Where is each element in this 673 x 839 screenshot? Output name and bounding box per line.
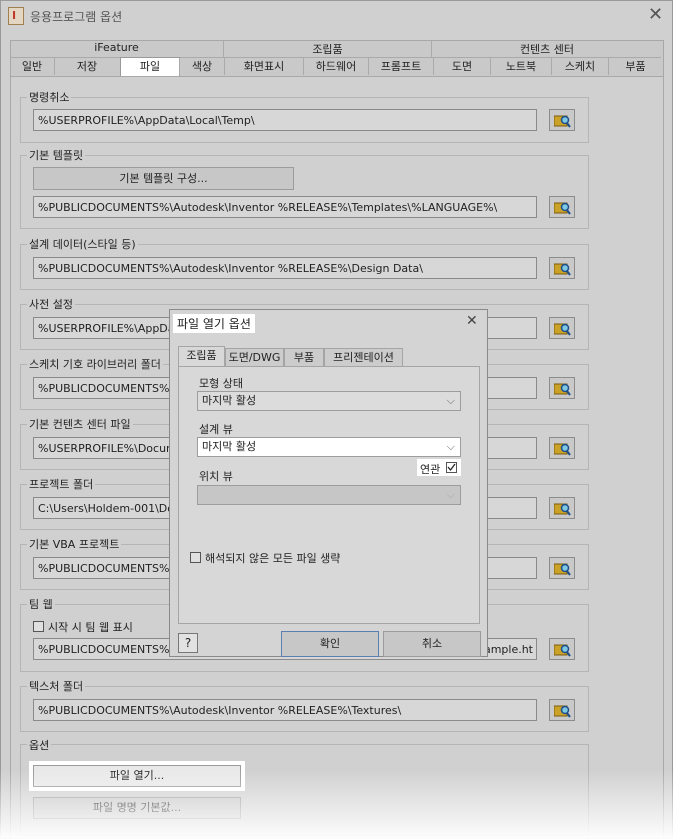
design-view-label: 설계 뷰: [199, 423, 233, 436]
sketch-symbols-browse-button[interactable]: [549, 377, 575, 399]
model-state-value: 마지막 활성: [202, 394, 257, 407]
design-data-path-field[interactable]: %PUBLICDOCUMENTS%\Autodesk\Inventor %REL…: [33, 257, 537, 279]
help-icon[interactable]: ?: [178, 633, 198, 653]
tab-general[interactable]: 일반: [11, 58, 53, 75]
group-team-web-label: 팀 웹: [27, 596, 55, 612]
group-templates-label: 기본 템플릿: [27, 147, 86, 163]
projects-browse-button[interactable]: [549, 497, 575, 519]
tab-save[interactable]: 저장: [54, 58, 119, 75]
folder-magnifier-icon: [554, 323, 571, 336]
window-title: 응용프로그램 옵션: [30, 10, 123, 24]
dialog-close-icon[interactable]: ✕: [466, 313, 478, 329]
inventor-app-icon: I: [8, 7, 24, 25]
associative-label: 연관: [420, 463, 441, 476]
group-sketch-symbols-label: 스케치 기호 라이브러리 폴더: [27, 356, 163, 372]
tab-hardware[interactable]: 하드웨어: [303, 58, 368, 75]
folder-magnifier-icon: [554, 705, 571, 718]
textures-browse-button[interactable]: [549, 699, 575, 721]
dialog-tab-presentation[interactable]: 프리젠테이션: [324, 348, 403, 366]
chevron-down-icon: ⌵: [446, 394, 455, 407]
dialog-tab-part[interactable]: 부품: [284, 348, 324, 366]
tab-display[interactable]: 화면표시: [224, 58, 303, 75]
tab-part[interactable]: 부품: [608, 58, 662, 75]
presets-browse-button[interactable]: [549, 317, 575, 339]
chevron-down-icon: ⌵: [446, 488, 455, 501]
team-web-startup-checkbox[interactable]: [33, 621, 44, 632]
team-web-browse-button[interactable]: [549, 638, 575, 660]
dialog-tab-drawing-dwg[interactable]: 도면/DWG: [225, 348, 284, 366]
close-icon[interactable]: ✕: [648, 4, 663, 25]
group-undo-label: 명령취소: [27, 89, 72, 105]
textures-path-field[interactable]: %PUBLICDOCUMENTS%\Autodesk\Inventor %REL…: [33, 699, 537, 721]
group-textures-label: 텍스처 폴더: [27, 678, 86, 694]
model-state-label: 모형 상태: [199, 377, 243, 390]
folder-magnifier-icon: [554, 115, 571, 128]
tab-notebook[interactable]: 노트북: [490, 58, 551, 75]
title-bar: I 응용프로그램 옵션 ✕: [0, 0, 671, 32]
design-data-browse-button[interactable]: [549, 257, 575, 279]
tab-ifeature[interactable]: iFeature: [11, 41, 222, 57]
folder-magnifier-icon: [554, 644, 571, 657]
folder-magnifier-icon: [554, 503, 571, 516]
folder-magnifier-icon: [554, 263, 571, 276]
design-view-value: 마지막 활성: [202, 440, 257, 453]
skip-unresolved-checkbox[interactable]: [190, 552, 201, 563]
tab-assembly[interactable]: 조립품: [223, 41, 431, 57]
tab-file[interactable]: 파일: [120, 57, 180, 78]
undo-browse-button[interactable]: [549, 109, 575, 131]
design-view-combo[interactable]: 마지막 활성 ⌵: [197, 437, 461, 457]
position-view-label: 위치 뷰: [199, 470, 233, 483]
configure-templates-button[interactable]: 기본 템플릿 구성...: [33, 167, 294, 190]
folder-magnifier-icon: [554, 443, 571, 456]
group-design-data-label: 설계 데이터(스타일 등): [27, 236, 138, 252]
templates-browse-button[interactable]: [549, 196, 575, 218]
group-presets-label: 사전 설정: [27, 296, 75, 312]
folder-magnifier-icon: [554, 563, 571, 576]
group-content-center-label: 기본 컨텐츠 센터 파일: [27, 416, 133, 432]
tab-prompts[interactable]: 프롬프트: [368, 58, 433, 75]
tab-content-center[interactable]: 컨텐츠 센터: [431, 41, 662, 57]
tab-drawing[interactable]: 도면: [433, 58, 490, 75]
dialog-cancel-button[interactable]: 취소: [383, 631, 481, 657]
position-view-combo[interactable]: ⌵: [197, 485, 461, 505]
vba-browse-button[interactable]: [549, 557, 575, 579]
dialog-title: 파일 열기 옵션: [173, 314, 255, 333]
team-web-path-text: %PUBLICDOCUMENTS%\Au: [38, 643, 188, 656]
folder-magnifier-icon: [554, 383, 571, 396]
chevron-down-icon: ⌵: [446, 440, 455, 453]
file-naming-defaults-button[interactable]: 파일 명명 기본값...: [33, 797, 241, 819]
dialog-tab-assembly[interactable]: 조립품: [178, 346, 225, 367]
team-web-startup-label: 시작 시 팀 웹 표시: [48, 621, 133, 634]
model-state-combo[interactable]: 마지막 활성 ⌵: [197, 391, 461, 411]
undo-path-field[interactable]: %USERPROFILE%\AppData\Local\Temp\: [33, 109, 537, 131]
dialog-ok-button[interactable]: 확인: [281, 631, 379, 657]
associative-checkbox[interactable]: [446, 462, 457, 473]
tab-colors[interactable]: 색상: [179, 58, 224, 75]
templates-path-field[interactable]: %PUBLICDOCUMENTS%\Autodesk\Inventor %REL…: [33, 196, 537, 218]
content-center-browse-button[interactable]: [549, 437, 575, 459]
file-open-options-button[interactable]: 파일 열기...: [33, 765, 241, 787]
tab-sketch[interactable]: 스케치: [551, 58, 608, 75]
folder-magnifier-icon: [554, 202, 571, 215]
group-options-label: 옵션: [27, 737, 52, 753]
skip-unresolved-label: 해석되지 않은 모든 파일 생략: [205, 552, 341, 565]
checkmark-icon: [447, 463, 456, 472]
group-vba-label: 기본 VBA 프로젝트: [27, 536, 122, 552]
group-projects-label: 프로젝트 폴더: [27, 476, 96, 492]
